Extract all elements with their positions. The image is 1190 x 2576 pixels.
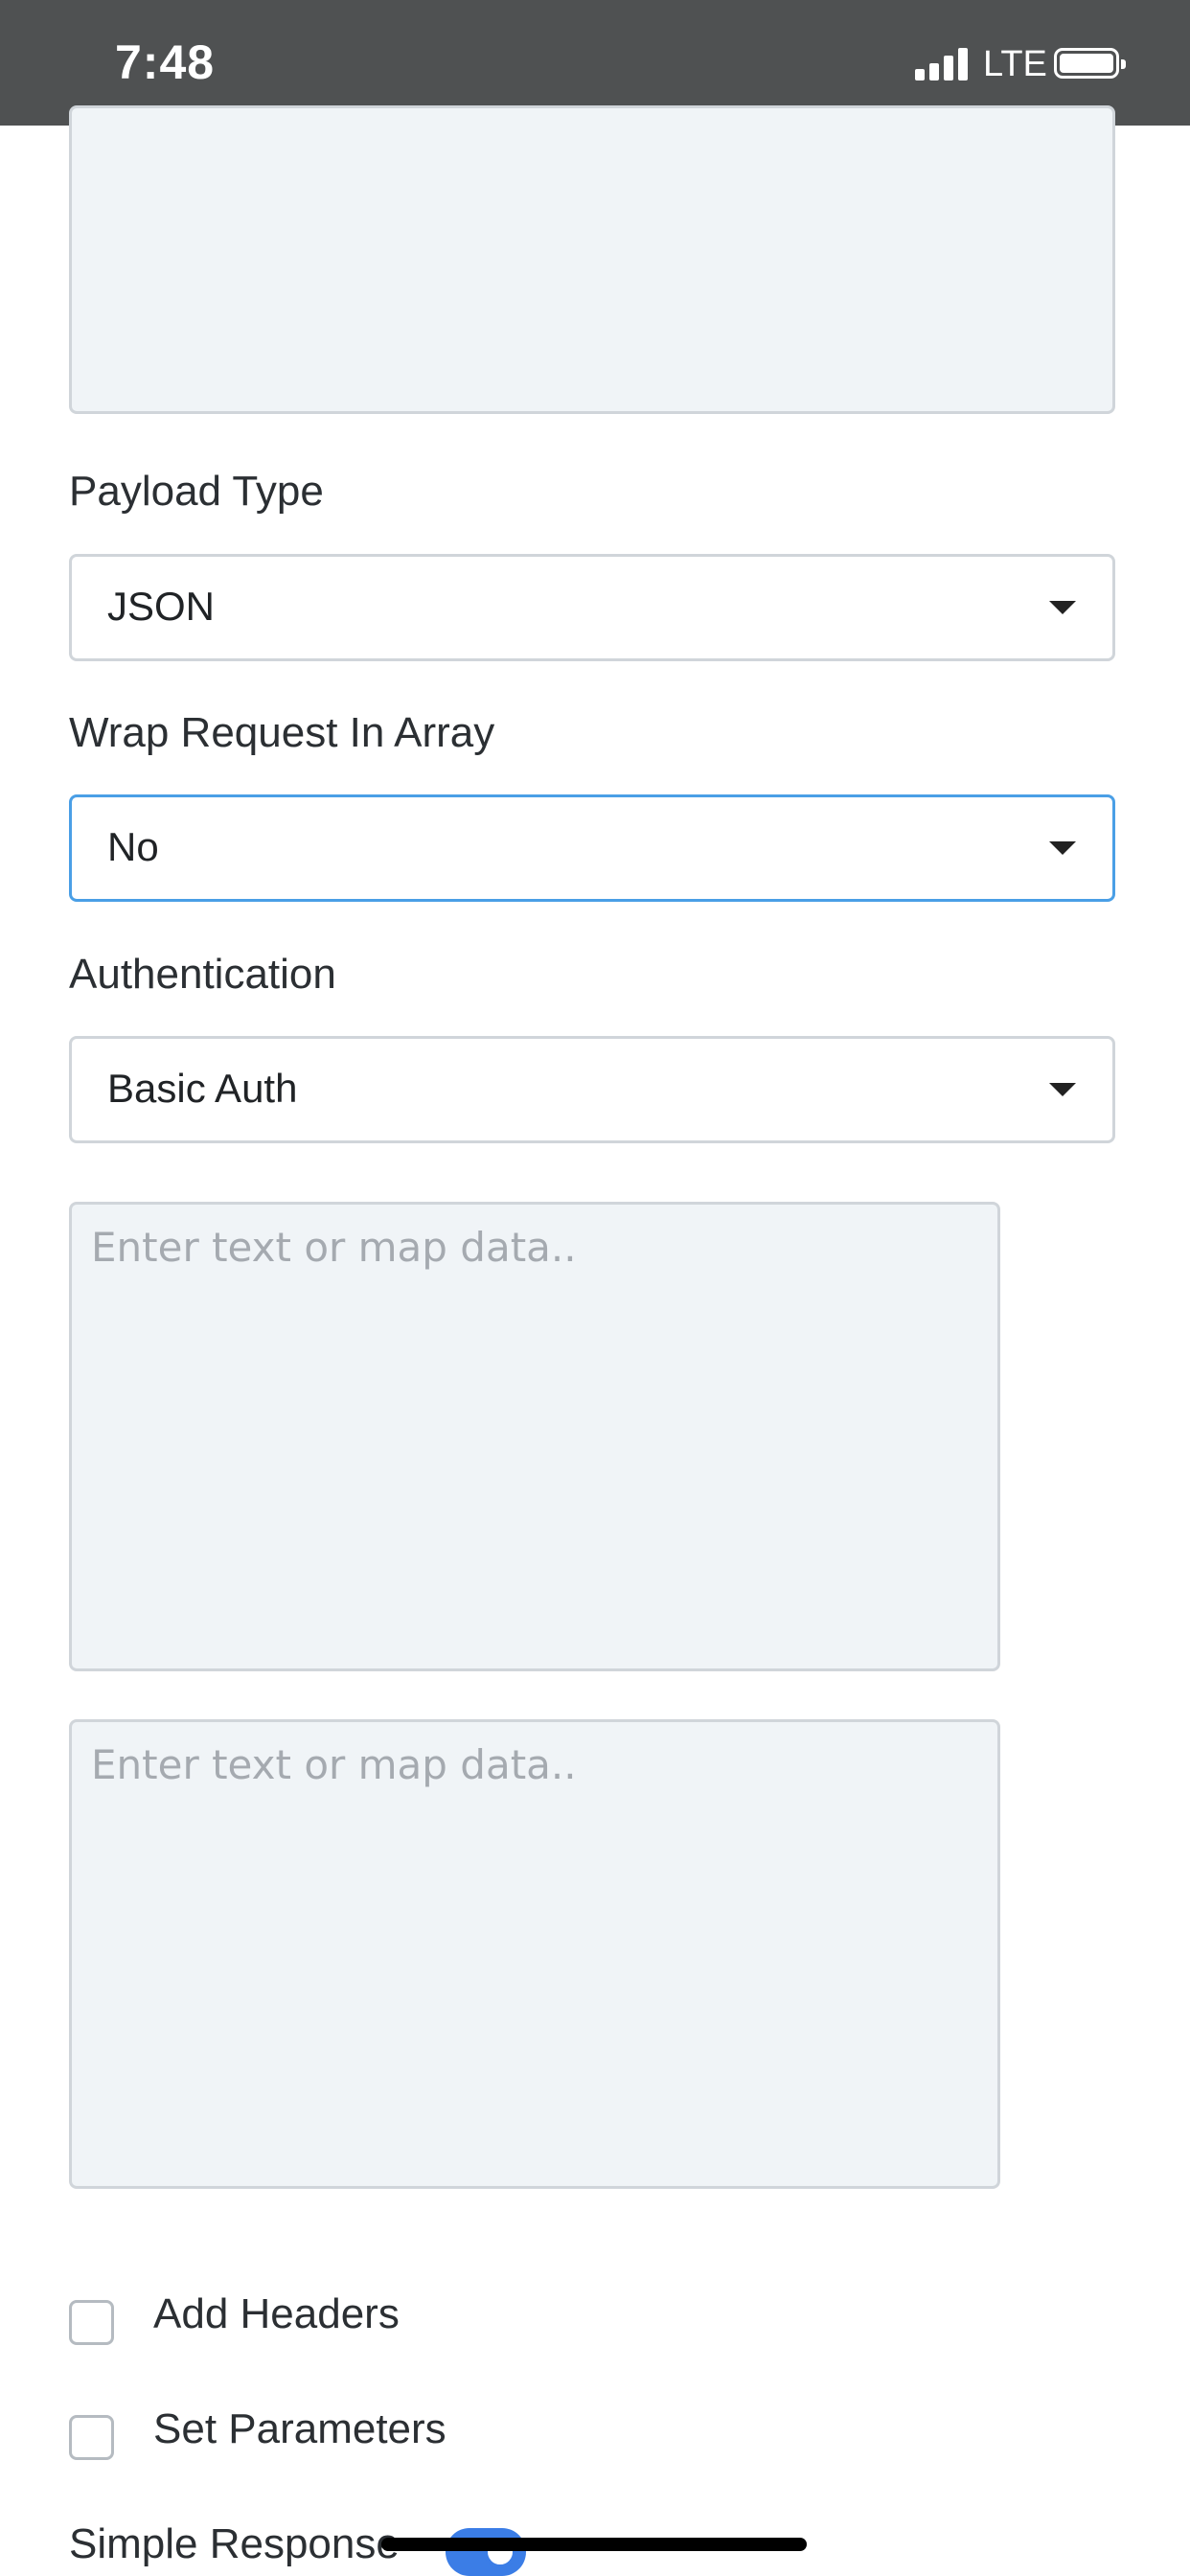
chevron-down-icon [1049, 601, 1076, 614]
payload-type-label: Payload Type [69, 468, 324, 515]
username-field[interactable]: Enter text or map data.. [69, 1202, 1000, 1671]
wrap-request-select[interactable]: No [69, 794, 1115, 902]
payload-type-select[interactable]: JSON [69, 554, 1115, 661]
set-parameters-label: Set Parameters [153, 2405, 446, 2452]
wrap-request-label: Wrap Request In Array [69, 709, 495, 756]
home-indicator [381, 2538, 807, 2551]
authentication-value: Basic Auth [107, 1066, 298, 1111]
password-field[interactable]: Enter text or map data.. [69, 1719, 1000, 2189]
add-headers-label: Add Headers [153, 2290, 400, 2337]
password-placeholder: Enter text or map data.. [91, 1741, 577, 1788]
wrap-request-value: No [107, 824, 159, 869]
body-textarea[interactable] [69, 105, 1115, 414]
chevron-down-icon [1049, 1083, 1076, 1096]
battery-icon [1054, 48, 1126, 79]
signal-icon [915, 46, 969, 80]
network-label: LTE [983, 44, 1047, 84]
set-parameters-checkbox[interactable] [69, 2415, 114, 2460]
authentication-label: Authentication [69, 951, 336, 998]
payload-type-value: JSON [107, 584, 216, 629]
username-placeholder: Enter text or map data.. [91, 1224, 577, 1271]
status-time: 7:48 [115, 35, 216, 89]
add-headers-checkbox[interactable] [69, 2300, 114, 2345]
simple-response-label: Simple Response [69, 2520, 400, 2567]
authentication-select[interactable]: Basic Auth [69, 1036, 1115, 1143]
simple-response-toggle[interactable] [446, 2528, 526, 2576]
chevron-down-icon [1049, 841, 1076, 855]
screen: 7:48 LTE Payload Type JSON Wrap Request … [0, 0, 1190, 2576]
